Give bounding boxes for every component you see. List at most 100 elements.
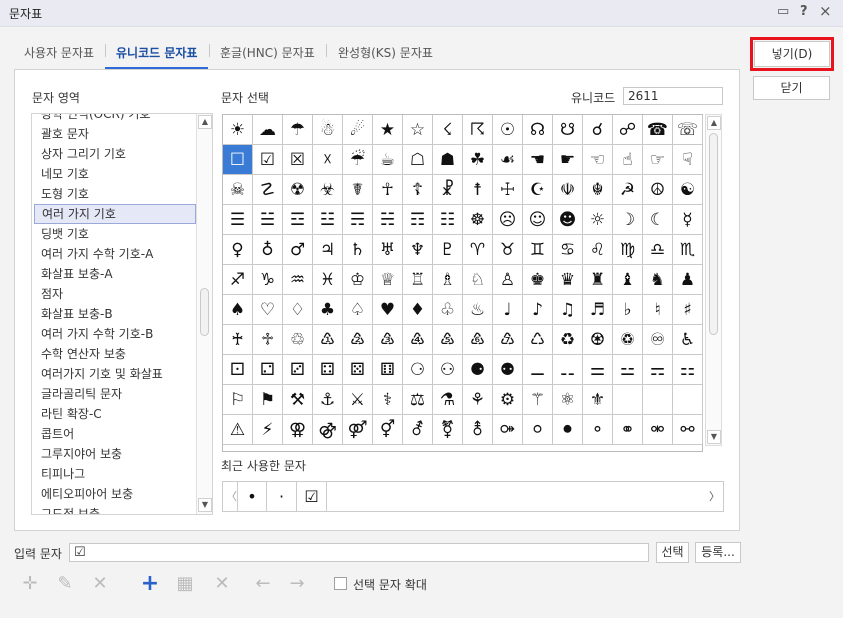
recent-next-icon[interactable]: 〉 [709, 482, 720, 511]
char-cell[interactable]: ♊ [523, 235, 553, 265]
char-cell[interactable]: ♆ [403, 235, 433, 265]
char-cell[interactable]: ⚗ [433, 385, 463, 415]
add-user-char-icon[interactable]: ✛ [15, 570, 45, 598]
input-chars-field[interactable]: ☑ [69, 543, 649, 562]
char-cell[interactable]: ♢ [283, 295, 313, 325]
scroll-up-icon[interactable]: ▲ [198, 115, 212, 129]
char-cell[interactable]: ☷ [433, 205, 463, 235]
area-list-item[interactable]: 콥트어 [34, 424, 196, 444]
char-cell[interactable]: ⚂ [283, 355, 313, 385]
char-cell[interactable]: ♤ [343, 295, 373, 325]
char-cell[interactable]: ♬ [583, 295, 613, 325]
char-cell[interactable]: ♡ [253, 295, 283, 325]
char-cell[interactable]: ☵ [373, 205, 403, 235]
char-cell[interactable]: ☨ [463, 175, 493, 205]
char-cell[interactable]: ☼ [583, 205, 613, 235]
char-cell[interactable]: ⚊ [523, 355, 553, 385]
delete-icon[interactable]: ✕ [207, 570, 237, 598]
char-cell[interactable]: ☍ [613, 115, 643, 145]
char-cell[interactable]: ☻ [553, 205, 583, 235]
char-cell[interactable]: ☦ [403, 175, 433, 205]
area-list-item[interactable]: 그드적 보충 [34, 504, 196, 514]
char-cell[interactable]: ⚆ [403, 355, 433, 385]
char-cell[interactable]: ♩ [493, 295, 523, 325]
char-cell[interactable]: ☱ [253, 205, 283, 235]
char-cell[interactable]: ♕ [373, 265, 403, 295]
char-cell[interactable]: ♋ [553, 235, 583, 265]
char-cell[interactable]: ☗ [433, 145, 463, 175]
char-cell[interactable]: ♏ [673, 235, 703, 265]
char-cell[interactable]: ♺ [523, 325, 553, 355]
char-cell[interactable]: ☥ [373, 175, 403, 205]
char-cell[interactable]: ⚑ [253, 385, 283, 415]
char-cell[interactable]: ☃ [313, 115, 343, 145]
char-cell[interactable]: ⚩ [493, 415, 523, 445]
area-list-item[interactable]: 광학 인식(OCR) 기호 [34, 114, 196, 124]
char-cell[interactable]: ☭ [613, 175, 643, 205]
char-cell[interactable]: ⚧ [433, 415, 463, 445]
scroll-up-icon[interactable]: ▲ [707, 116, 721, 130]
char-cell[interactable]: ♻ [553, 325, 583, 355]
char-cell[interactable]: ♐ [223, 265, 253, 295]
char-cell[interactable]: ☢ [283, 175, 313, 205]
insert-button[interactable]: 넣기(D) [750, 37, 834, 71]
char-cell[interactable]: ☄ [343, 115, 373, 145]
help-icon[interactable]: ? [800, 4, 808, 20]
char-cell[interactable]: ♎ [643, 235, 673, 265]
area-list-item[interactable]: 네모 기호 [34, 164, 196, 184]
char-cell[interactable]: ☽ [613, 205, 643, 235]
char-cell[interactable]: ⚎ [643, 355, 673, 385]
char-cell[interactable]: ♰ [223, 325, 253, 355]
char-cell[interactable]: ♝ [613, 265, 643, 295]
move-right-icon[interactable]: → [282, 570, 312, 598]
char-cell[interactable]: ⚛ [553, 385, 583, 415]
char-cell[interactable]: ⚋ [553, 355, 583, 385]
char-cell[interactable] [613, 385, 643, 415]
area-list-item[interactable]: 딩뱃 기호 [34, 224, 196, 244]
char-cell[interactable]: ⚘ [463, 385, 493, 415]
char-cell[interactable]: ⚥ [373, 415, 403, 445]
char-cell[interactable]: ⚄ [343, 355, 373, 385]
char-cell[interactable]: ⚃ [313, 355, 343, 385]
unicode-input[interactable]: 2611 [623, 87, 723, 105]
area-scrollbar[interactable]: ▲ ▼ [196, 114, 212, 514]
add-icon[interactable]: + [135, 570, 165, 598]
char-cell[interactable]: ♄ [343, 235, 373, 265]
area-list-item[interactable]: 화살표 보충-B [34, 304, 196, 324]
char-cell[interactable]: ⚅ [373, 355, 403, 385]
scroll-thumb[interactable] [200, 288, 209, 336]
char-cell[interactable]: ♈ [463, 235, 493, 265]
char-cell[interactable]: ☞ [643, 145, 673, 175]
comment-icon[interactable]: ▭ [777, 4, 789, 20]
char-cell[interactable]: ☸ [463, 205, 493, 235]
char-cell[interactable]: ♫ [553, 295, 583, 325]
char-cell[interactable]: ☇ [433, 115, 463, 145]
char-cell[interactable]: ⚫ [553, 415, 583, 445]
char-cell[interactable]: ⚯ [673, 415, 703, 445]
char-cell[interactable]: ☫ [553, 175, 583, 205]
char-cell[interactable]: ♧ [433, 295, 463, 325]
edit-user-char-icon[interactable]: ✎ [50, 570, 80, 598]
area-list-item[interactable]: 티피나그 [34, 464, 196, 484]
char-cell[interactable]: ♑ [253, 265, 283, 295]
char-cell[interactable]: ☚ [523, 145, 553, 175]
area-list-item[interactable]: 여러 가지 수학 기호-B [34, 324, 196, 344]
tab-ks-charmap[interactable]: 완성형(KS) 문자표 [338, 44, 433, 61]
char-cell[interactable]: ♶ [403, 325, 433, 355]
char-cell[interactable]: ♇ [433, 235, 463, 265]
char-cell[interactable]: ⚕ [373, 385, 403, 415]
char-cell[interactable]: ☉ [493, 115, 523, 145]
char-cell[interactable]: ⚒ [283, 385, 313, 415]
char-cell[interactable]: ☲ [283, 205, 313, 235]
move-left-icon[interactable]: ← [248, 570, 278, 598]
char-cell[interactable]: ☏ [673, 115, 703, 145]
char-cell[interactable]: ☘ [463, 145, 493, 175]
register-button[interactable]: 등록... [695, 542, 741, 563]
char-cell[interactable]: ♌ [583, 235, 613, 265]
char-cell[interactable]: ☡ [253, 175, 283, 205]
char-cell[interactable]: ☤ [343, 175, 373, 205]
char-cell[interactable]: ⚀ [223, 355, 253, 385]
char-cell[interactable]: ♭ [613, 295, 643, 325]
char-cell[interactable]: ⚠ [223, 415, 253, 445]
char-cell[interactable]: ⚖ [403, 385, 433, 415]
